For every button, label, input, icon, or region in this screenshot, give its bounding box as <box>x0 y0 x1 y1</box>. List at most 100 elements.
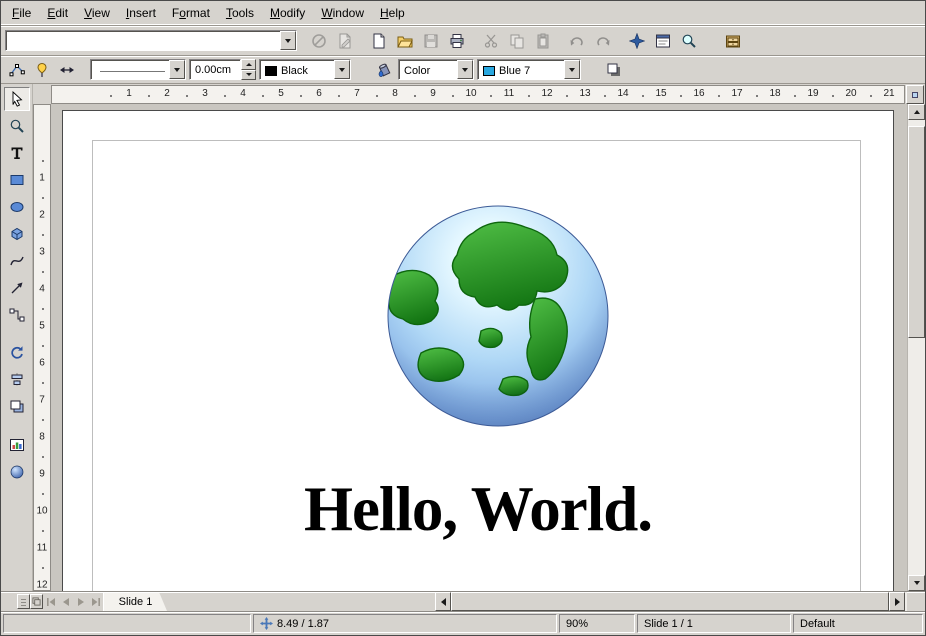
redo-icon[interactable] <box>591 29 615 53</box>
shadow-icon[interactable] <box>603 59 625 81</box>
new-document-icon[interactable] <box>367 29 391 53</box>
cut-icon[interactable] <box>479 29 503 53</box>
lines-arrows-tool-icon[interactable] <box>4 276 30 300</box>
gallery-icon[interactable] <box>721 29 745 53</box>
glue-points-icon[interactable] <box>31 59 53 81</box>
scroll-down-button[interactable] <box>908 575 925 591</box>
status-position-field[interactable]: 8.49 / 1.87 <box>253 614 557 633</box>
paste-icon[interactable] <box>531 29 555 53</box>
alignment-tool-icon[interactable] <box>4 368 30 392</box>
zoom-icon[interactable] <box>677 29 701 53</box>
url-dropdown-button[interactable] <box>280 31 296 50</box>
canvas[interactable]: Hello, World. <box>51 104 907 591</box>
menu-edit[interactable]: Edit <box>39 2 76 25</box>
next-slide-button[interactable] <box>73 594 88 609</box>
line-color-dropdown-button[interactable] <box>334 60 350 79</box>
arrange-tool-icon[interactable] <box>4 395 30 419</box>
ellipse-tool-icon[interactable] <box>4 195 30 219</box>
copy-icon[interactable] <box>505 29 529 53</box>
vertical-ruler[interactable]: 123456789101112 <box>33 104 51 591</box>
stop-icon[interactable] <box>307 29 331 53</box>
ruler-number: 5 <box>39 321 45 332</box>
select-tool-icon[interactable] <box>4 87 30 111</box>
ruler-toggle-button[interactable] <box>906 85 924 104</box>
line-width-stepper[interactable]: 0.00cm <box>189 59 256 80</box>
next-icon <box>76 597 86 607</box>
horizontal-ruler[interactable]: 123456789101112131415161718192021 <box>51 85 905 104</box>
tab-scroll-row: Slide 1 <box>1 591 925 611</box>
spin-down-button[interactable] <box>241 70 256 81</box>
curve-tool-icon[interactable] <box>4 249 30 273</box>
scroll-up-button[interactable] <box>908 104 925 120</box>
rotate-tool-icon[interactable] <box>4 341 30 365</box>
undo-icon[interactable] <box>565 29 589 53</box>
slide-page[interactable]: Hello, World. <box>62 110 894 591</box>
vertical-scroll-track[interactable] <box>908 120 925 575</box>
menu-view[interactable]: View <box>76 2 118 25</box>
url-combobox[interactable] <box>5 30 297 51</box>
effects-tool-icon[interactable] <box>4 460 30 484</box>
rectangle-tool-icon[interactable] <box>4 168 30 192</box>
slide-title-text[interactable]: Hello, World. <box>63 473 893 546</box>
edit-file-icon[interactable] <box>333 29 357 53</box>
horizontal-scrollbar[interactable] <box>435 592 907 611</box>
stylist-icon[interactable] <box>651 29 675 53</box>
menu-tools[interactable]: Tools <box>218 2 262 25</box>
ruler-number: 7 <box>354 88 360 99</box>
line-color-select[interactable]: Black <box>259 59 351 80</box>
menu-file[interactable]: File <box>4 2 39 25</box>
zoom-tool-icon[interactable] <box>4 114 30 138</box>
text-tool-icon[interactable] <box>4 141 30 165</box>
line-style-select[interactable] <box>90 59 186 80</box>
insert-tool-icon[interactable] <box>4 433 30 457</box>
fill-color-dropdown-button[interactable] <box>564 60 580 79</box>
status-zoom-field[interactable]: 90% <box>559 614 635 633</box>
page-style-value: Default <box>800 618 835 630</box>
line-width-value[interactable]: 0.00cm <box>189 59 241 80</box>
fill-can-icon[interactable] <box>373 59 395 81</box>
scroll-right-button[interactable] <box>889 592 905 611</box>
edit-points-icon[interactable] <box>6 59 28 81</box>
print-icon[interactable] <box>445 29 469 53</box>
split-handle-button[interactable] <box>17 594 30 609</box>
save-icon[interactable] <box>419 29 443 53</box>
fill-style-dropdown-button[interactable] <box>457 60 473 79</box>
menu-insert[interactable]: Insert <box>118 2 164 25</box>
ruler-number: 14 <box>617 88 628 99</box>
fill-color-select[interactable]: Blue 7 <box>477 59 581 80</box>
status-slide-field[interactable]: Slide 1 / 1 <box>637 614 791 633</box>
vertical-scroll-thumb[interactable] <box>908 126 925 338</box>
ruler-tick <box>566 95 568 97</box>
open-icon[interactable] <box>393 29 417 53</box>
navigator-icon[interactable] <box>625 29 649 53</box>
tab-slide-1[interactable]: Slide 1 <box>103 592 167 611</box>
menu-window[interactable]: Window <box>313 2 372 25</box>
3d-objects-tool-icon[interactable] <box>4 222 30 246</box>
scroll-left-button[interactable] <box>435 592 451 611</box>
line-color-swatch <box>265 66 277 76</box>
menu-format[interactable]: Format <box>164 2 218 25</box>
arrowheads-icon[interactable] <box>56 59 78 81</box>
spin-up-button[interactable] <box>241 59 256 70</box>
vertical-scrollbar[interactable] <box>907 104 925 591</box>
ruler-tick <box>42 456 44 458</box>
status-style-field[interactable]: Default <box>793 614 923 633</box>
layer-mode-button[interactable] <box>30 594 43 609</box>
ruler-number: 10 <box>36 506 47 517</box>
first-slide-button[interactable] <box>43 594 58 609</box>
ruler-number: 1 <box>39 173 45 184</box>
fill-style-select[interactable]: Color <box>398 59 474 80</box>
ruler-tick <box>42 493 44 495</box>
line-style-dropdown-button[interactable] <box>169 60 185 79</box>
globe-image[interactable] <box>385 203 611 429</box>
ruler-tick <box>414 95 416 97</box>
menu-help[interactable]: Help <box>372 2 413 25</box>
ruler-tick <box>300 95 302 97</box>
connector-tool-icon[interactable] <box>4 303 30 327</box>
last-slide-button[interactable] <box>88 594 103 609</box>
url-value[interactable] <box>6 31 280 50</box>
menu-modify[interactable]: Modify <box>262 2 313 25</box>
bottom-right-corner <box>907 592 925 611</box>
previous-slide-button[interactable] <box>58 594 73 609</box>
horizontal-scroll-thumb[interactable] <box>451 592 889 611</box>
